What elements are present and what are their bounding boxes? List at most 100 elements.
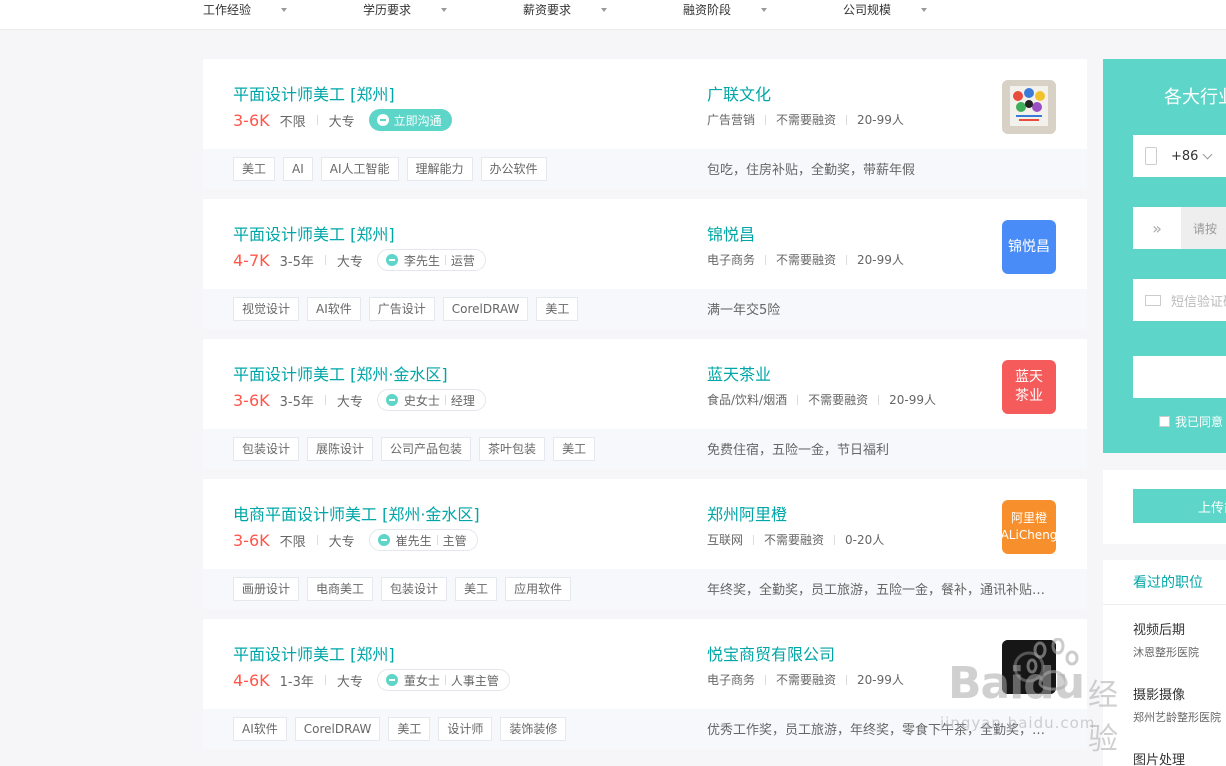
filter-salary[interactable]: 薪资要求 (523, 1, 608, 18)
skill-tag: AI (283, 157, 313, 181)
divider (765, 674, 767, 685)
filter-label: 薪资要求 (523, 3, 572, 17)
tag-list: 包装设计 展陈设计 公司产品包装 茶叶包装 美工 (233, 437, 603, 461)
job-meta: 3-6K 不限 大专 立即沟通 (233, 109, 452, 131)
company-logo[interactable] (1002, 640, 1056, 694)
skill-tag: 包装设计 (381, 577, 448, 601)
filter-education[interactable]: 学历要求 (363, 1, 448, 18)
company-logo[interactable]: 锦悦昌 (1002, 220, 1056, 274)
divider (797, 394, 799, 405)
funding: 不需要融资 (808, 393, 869, 407)
caret-down-icon (601, 7, 608, 12)
recruiter-role: 主管 (442, 533, 467, 548)
funding: 不需要融资 (776, 673, 837, 687)
skill-tag: 理解能力 (406, 157, 473, 181)
viewed-job-title: 摄影摄像 (1133, 688, 1186, 703)
divider (444, 395, 446, 405)
industry: 电子商务 (707, 253, 756, 267)
viewed-job-company: 沐恩整形医院 (1133, 646, 1199, 659)
job-meta: 4-7K 3-5年 大专 李先生 运营 (233, 249, 486, 271)
company-size: 20-99人 (857, 673, 904, 687)
filter-company-size[interactable]: 公司规模 (843, 1, 928, 18)
recruiter-name: 董女士 (403, 673, 440, 688)
salary: 4-7K (233, 250, 270, 270)
viewed-jobs-panel: 看过的职位 视频后期 沐恩整形医院 摄影摄像 郑州艺龄整形医院 图片处理 (1103, 560, 1226, 766)
experience: 不限 (279, 534, 306, 550)
recruiter-role: 经理 (450, 393, 475, 408)
viewed-job-item[interactable]: 图片处理 (1133, 749, 1185, 766)
job-card[interactable]: 电商平面设计师美工 [郑州·金水区] 3-6K 不限 大专 崔先生 主管 郑州阿里… (203, 479, 1087, 609)
company-size: 20-99人 (889, 393, 936, 407)
filter-funding[interactable]: 融资阶段 (683, 1, 768, 18)
recruiter-chip[interactable]: 李先生 运营 (376, 249, 486, 271)
skill-tag: 美工 (233, 157, 276, 181)
recruiter-chip[interactable]: 崔先生 主管 (368, 529, 478, 551)
filter-label: 工作经验 (203, 3, 252, 17)
job-title[interactable]: 平面设计师美工 [郑州] (233, 221, 395, 245)
skill-tag: 美工 (536, 297, 579, 321)
welfare-text: 年终奖，全勤奖，员工旅游，五险一金，餐补，通讯补贴… (707, 583, 1046, 598)
phone-icon (1145, 147, 1157, 165)
skill-tag: 装饰装修 (500, 717, 567, 741)
recruiter-chip[interactable]: 董女士 人事主管 (376, 669, 510, 691)
agree-label: 我已同意 (1175, 415, 1224, 429)
company-meta: 电子商务 不需要融资 20-99人 (707, 671, 904, 688)
agreement[interactable]: 我已同意 (1159, 413, 1223, 430)
company-logo[interactable] (1002, 80, 1056, 134)
skill-tag: 办公软件 (480, 157, 547, 181)
recruiter-name: 史女士 (403, 393, 440, 408)
skill-tag: CorelDRAW (294, 717, 381, 741)
viewed-job-item[interactable]: 视频后期 沐恩整形医院 (1133, 619, 1199, 660)
job-title[interactable]: 电商平面设计师美工 [郑州·金水区] (233, 501, 480, 525)
agree-checkbox[interactable] (1159, 416, 1170, 427)
company-size: 0-20人 (845, 533, 885, 547)
viewed-job-item[interactable]: 摄影摄像 郑州艺龄整形医院 (1133, 684, 1221, 725)
company-logo[interactable]: 蓝天 茶业 (1002, 360, 1056, 414)
double-chevron-right-icon[interactable]: » (1133, 207, 1181, 249)
company-meta: 互联网 不需要融资 0-20人 (707, 531, 884, 548)
divider (324, 255, 326, 265)
job-title[interactable]: 平面设计师美工 [郑州] (233, 641, 395, 665)
upload-resume-button[interactable]: 上传简 (1133, 489, 1226, 523)
recruiter-chip[interactable]: 史女士 经理 (376, 389, 486, 411)
company-name[interactable]: 锦悦昌 (707, 221, 755, 245)
company-logo[interactable]: 阿里橙 ALiCheng (1002, 500, 1056, 554)
divider (316, 115, 318, 125)
filter-experience[interactable]: 工作经验 (203, 1, 288, 18)
chat-icon (377, 534, 390, 546)
education: 大专 (328, 534, 355, 550)
phone-field[interactable]: +86 (1133, 135, 1226, 177)
job-card[interactable]: 平面设计师美工 [郑州] 4-7K 3-5年 大专 李先生 运营 锦悦昌 电子商务… (203, 199, 1087, 329)
skill-tag: 应用软件 (505, 577, 572, 601)
company-size: 20-99人 (857, 253, 904, 267)
divider (878, 394, 880, 405)
job-card[interactable]: 平面设计师美工 [郑州] 3-6K 不限 大专 立即沟通 广联文化 广告营销 不… (203, 59, 1087, 189)
company-name[interactable]: 蓝天茶业 (707, 361, 771, 385)
login-button[interactable]: 登 (1133, 356, 1226, 398)
job-card[interactable]: 平面设计师美工 [郑州·金水区] 3-6K 3-5年 大专 史女士 经理 蓝天茶业… (203, 339, 1087, 469)
skill-tag: 美工 (388, 717, 431, 741)
company-name[interactable]: 悦宝商贸有限公司 (707, 641, 835, 665)
job-card-footer: 画册设计 电商美工 包装设计 美工 应用软件 年终奖，全勤奖，员工旅游，五险一金… (203, 569, 1087, 609)
tag-list: 画册设计 电商美工 包装设计 美工 应用软件 (233, 577, 579, 601)
job-title[interactable]: 平面设计师美工 [郑州] (233, 81, 395, 105)
login-panel: 各大行业 +86 » 请按 短信验证码 登 我已同意 (1103, 59, 1226, 453)
skill-tag: 包装设计 (233, 437, 300, 461)
recruiter-role: 运营 (450, 253, 475, 268)
divider (846, 114, 848, 125)
company-name[interactable]: 郑州阿里橙 (707, 501, 787, 525)
job-title[interactable]: 平面设计师美工 [郑州·金水区] (233, 361, 448, 385)
sms-code-field[interactable]: 短信验证码 (1133, 279, 1226, 321)
country-code-select[interactable]: +86 (1171, 149, 1198, 164)
salary: 3-6K (233, 110, 270, 130)
company-meta: 食品/饮料/烟酒 不需要融资 20-99人 (707, 391, 936, 408)
job-card[interactable]: 平面设计师美工 [郑州] 4-6K 1-3年 大专 董女士 人事主管 悦宝商贸有限… (203, 619, 1087, 749)
skill-tag: 电商美工 (307, 577, 374, 601)
chat-now-button[interactable]: 立即沟通 (368, 109, 452, 131)
slide-verify[interactable]: » 请按 (1133, 207, 1226, 249)
company-name[interactable]: 广联文化 (707, 81, 771, 105)
welfare-text: 免费住宿，五险一金，节日福利 (707, 443, 890, 458)
job-card-footer: 美工 AI AI人工智能 理解能力 办公软件 包吃，住房补贴，全勤奖，带薪年假 (203, 149, 1087, 189)
chat-icon (385, 674, 398, 686)
welfare-text: 优秀工作奖，员工旅游，年终奖，零食下午茶，全勤奖，… (707, 723, 1046, 738)
